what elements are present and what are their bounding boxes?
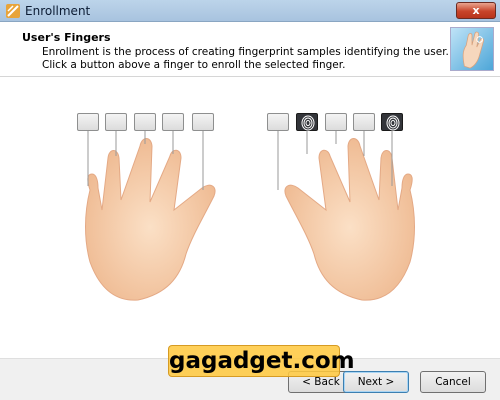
left-thumb-button[interactable] xyxy=(192,113,214,131)
left-index-finger-button[interactable] xyxy=(162,113,184,131)
left-hand xyxy=(85,138,216,301)
hands-illustration xyxy=(85,131,415,301)
page-description: Enrollment is the process of creating fi… xyxy=(42,46,449,72)
right-index-finger-button[interactable] xyxy=(296,113,318,131)
left-middle-finger-button[interactable] xyxy=(134,113,156,131)
fingerprint-icon xyxy=(301,115,315,131)
fingerprint-hand-logo-icon xyxy=(450,27,494,71)
description-line-2: Click a button above a finger to enroll … xyxy=(42,59,346,71)
fingers-panel xyxy=(0,78,500,358)
fingerprint-icon xyxy=(386,115,400,131)
wizard-header: User's Fingers Enrollment is the process… xyxy=(0,22,500,77)
next-button[interactable]: Next > xyxy=(343,371,409,393)
left-little-finger-button[interactable] xyxy=(77,113,99,131)
window-title: Enrollment xyxy=(25,4,91,18)
cancel-button[interactable]: Cancel xyxy=(420,371,486,393)
right-thumb-button[interactable] xyxy=(267,113,289,131)
watermark-logo: gagadget.com xyxy=(168,345,355,377)
right-little-finger-button[interactable] xyxy=(381,113,403,131)
app-icon xyxy=(6,4,20,18)
page-title: User's Fingers xyxy=(22,31,111,44)
right-middle-finger-button[interactable] xyxy=(325,113,347,131)
title-bar: Enrollment x xyxy=(0,0,500,22)
close-button[interactable]: x xyxy=(456,2,496,19)
right-hand xyxy=(284,138,415,301)
close-icon: x xyxy=(472,4,480,17)
right-ring-finger-button[interactable] xyxy=(353,113,375,131)
left-ring-finger-button[interactable] xyxy=(105,113,127,131)
description-line-1: Enrollment is the process of creating fi… xyxy=(42,46,449,58)
